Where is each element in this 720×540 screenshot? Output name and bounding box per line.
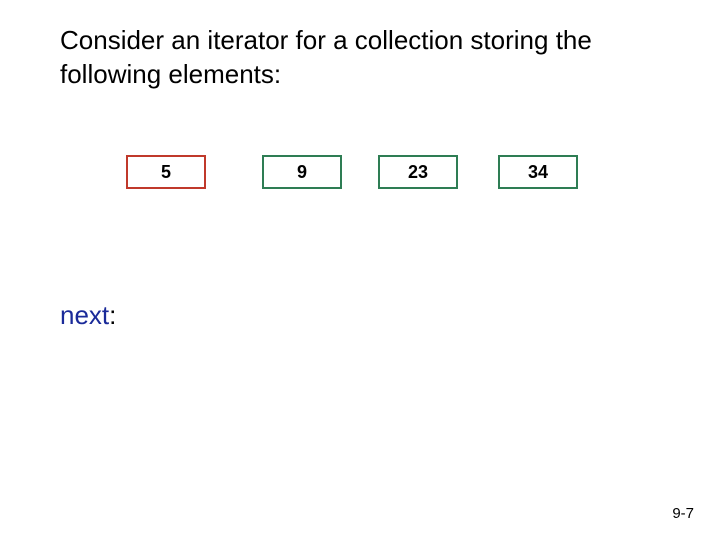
collection-element-1: 9	[262, 155, 342, 189]
collection-element-2: 23	[378, 155, 458, 189]
page-number: 9-7	[672, 505, 694, 522]
slide-heading: Consider an iterator for a collection st…	[60, 24, 640, 92]
collection-element-0: 5	[126, 155, 206, 189]
next-word: next	[60, 300, 109, 330]
collection-element-3: 34	[498, 155, 578, 189]
next-pointer-label: next:	[60, 300, 116, 331]
next-colon: :	[109, 300, 116, 330]
